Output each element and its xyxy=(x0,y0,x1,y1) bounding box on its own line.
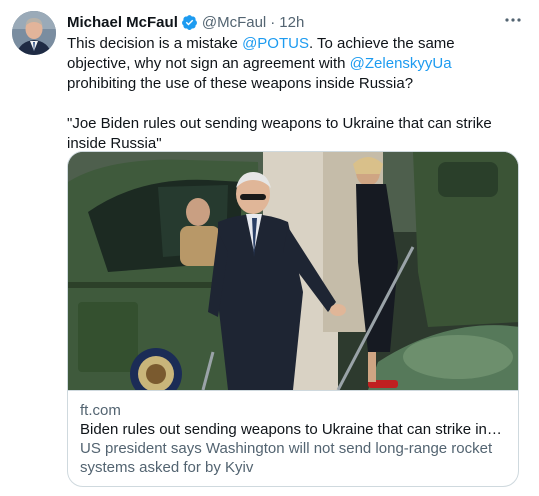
tweet-text-part: This decision is a mistake xyxy=(67,35,243,52)
tweet-text: This decision is a mistake @POTUS. To ac… xyxy=(67,34,517,154)
link-card-info: ft.com Biden rules out sending weapons t… xyxy=(68,390,518,486)
author-handle[interactable]: @McFaul xyxy=(202,14,266,31)
avatar-photo xyxy=(12,11,56,55)
avatar[interactable] xyxy=(12,11,56,55)
tweet-text-part: prohibiting the use of these weapons ins… xyxy=(67,75,414,92)
tweet-paragraph: This decision is a mistake @POTUS. To ac… xyxy=(67,34,517,94)
more-options-icon[interactable] xyxy=(503,10,523,30)
verified-badge-icon xyxy=(181,14,198,31)
separator-dot: · xyxy=(270,13,276,31)
tweet-quote: "Joe Biden rules out sending weapons to … xyxy=(67,115,492,152)
link-card-image xyxy=(68,152,518,390)
tweet[interactable]: Michael McFaul @McFaul · 12h This decisi… xyxy=(0,0,539,496)
mention-potus-link[interactable]: @POTUS xyxy=(242,35,309,52)
link-card[interactable]: ft.com Biden rules out sending weapons t… xyxy=(67,151,519,487)
tweet-timestamp[interactable]: 12h xyxy=(279,14,304,31)
tweet-header: Michael McFaul @McFaul · 12h xyxy=(67,12,304,32)
author-name[interactable]: Michael McFaul xyxy=(67,14,178,31)
link-card-title: Biden rules out sending weapons to Ukrai… xyxy=(80,421,508,438)
mention-zelenskyyua-link[interactable]: @ZelenskyyUa xyxy=(350,55,452,72)
link-card-description: US president says Washington will not se… xyxy=(80,440,493,476)
link-card-domain: ft.com xyxy=(80,402,121,419)
